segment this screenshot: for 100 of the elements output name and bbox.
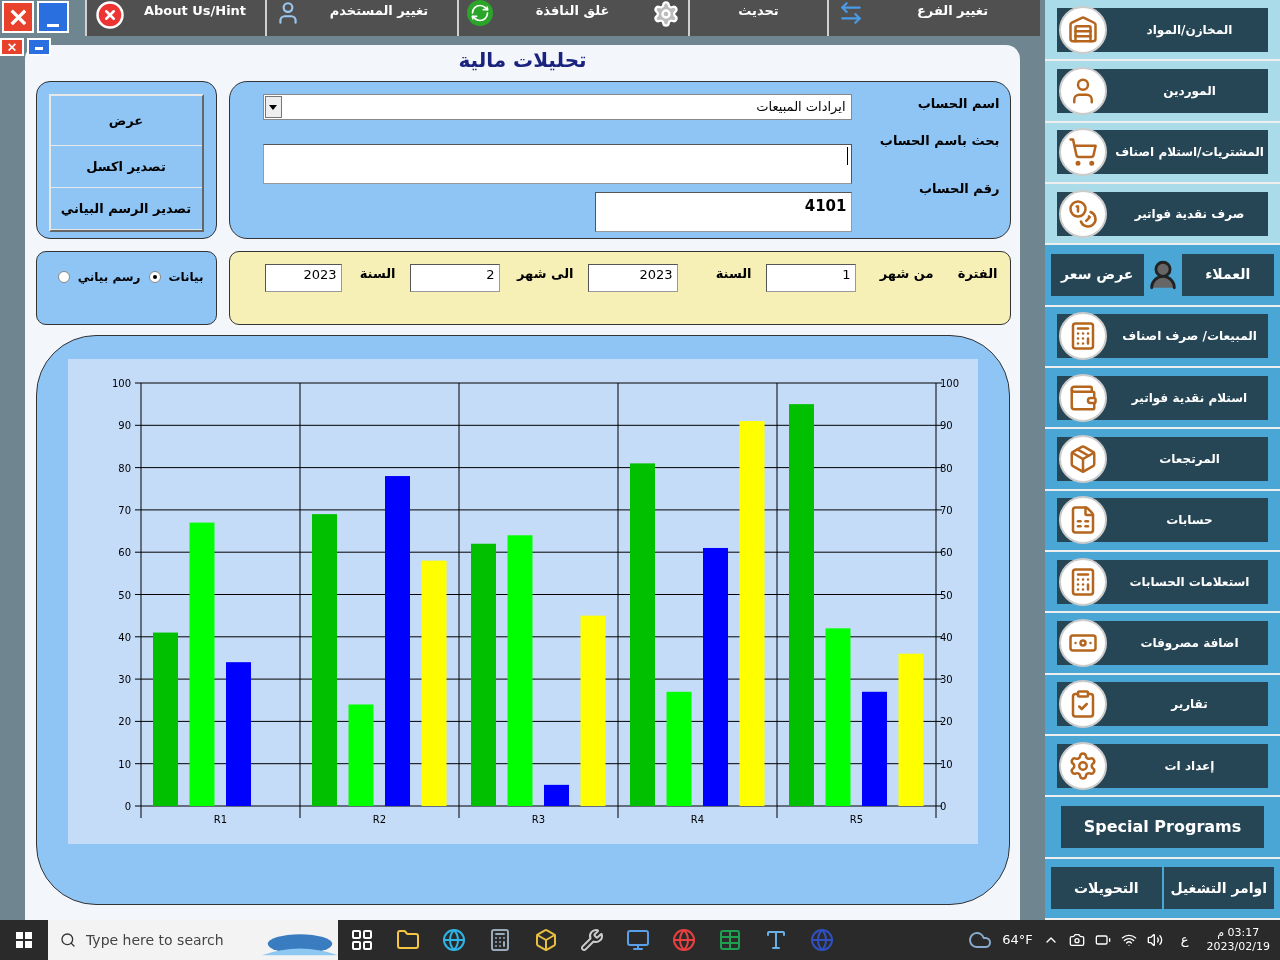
speaker-icon[interactable]: [1146, 932, 1163, 948]
axis-tick-label: 0: [124, 801, 131, 812]
tools-icon[interactable]: [580, 928, 604, 952]
bar: [543, 784, 569, 806]
sidebar-button[interactable]: تقارير: [1057, 682, 1268, 727]
boxes-icon: [1059, 434, 1107, 483]
sidebar-button[interactable]: المرتجعات: [1057, 436, 1268, 481]
sidebar-button[interactable]: عرض سعر: [1051, 253, 1144, 296]
sidebar-button[interactable]: المبيعات/ صرف اصناف: [1057, 314, 1268, 359]
gear-icon: [1059, 741, 1107, 790]
sidebar-button[interactable]: التحويلات: [1051, 867, 1162, 910]
toolbar-button[interactable]: تغيير المستخدم: [265, 0, 457, 36]
camera-icon[interactable]: [1068, 932, 1085, 948]
browser-icon[interactable]: [672, 928, 696, 952]
axis-tick-label: 40: [939, 631, 953, 643]
cart-icon: [1059, 128, 1107, 177]
account-number-field[interactable]: 4101: [594, 192, 852, 232]
axis-tick-label: 100: [111, 378, 131, 389]
axis-tick-label: 0: [939, 801, 946, 812]
axis-tick-label: 30: [939, 674, 953, 686]
axis-tick-label: 50: [117, 589, 131, 601]
axis-tick-label: 80: [117, 462, 131, 474]
text-tool-icon[interactable]: [764, 928, 788, 952]
sidebar-button[interactable]: استلام نقدية فواتير: [1057, 375, 1268, 420]
sidebar-button[interactable]: اوامر التشغيل: [1163, 867, 1274, 910]
calculator-icon: [1059, 557, 1107, 606]
sidebar-button[interactable]: إعداد ات: [1057, 743, 1268, 788]
month-field[interactable]: 2: [409, 264, 500, 292]
account-select[interactable]: ايرادات المبيعات: [262, 94, 852, 120]
axis-tick-label: 40: [117, 631, 131, 643]
category-label: R3: [531, 814, 545, 825]
search-field[interactable]: Type here to search: [48, 920, 338, 960]
windows-logo-icon[interactable]: [16, 932, 32, 948]
sidebar-button[interactable]: العملاء: [1181, 253, 1274, 296]
toolbar-button[interactable]: About Us/Hint: [85, 0, 265, 36]
axis-tick-label: 100: [939, 378, 959, 389]
page-title: تحليلات مالية: [458, 47, 587, 74]
task-view-icon[interactable]: [350, 928, 374, 952]
radio-option[interactable]: رسم بياني: [57, 268, 141, 286]
sidebar-button[interactable]: اضافة مصروفات: [1057, 620, 1268, 665]
sidebar-button[interactable]: الموردين: [1057, 69, 1268, 113]
clock-date: 2023/02/19: [1206, 940, 1270, 954]
axis-tick-label: 90: [939, 420, 953, 432]
clock-time: 03:17 م: [1217, 926, 1260, 940]
clipboard-icon: [1059, 680, 1107, 729]
axis-tick-label: 70: [939, 504, 953, 516]
close-icon[interactable]: [0, 38, 24, 56]
folder-icon[interactable]: [396, 928, 420, 952]
axis-tick-label: 80: [939, 462, 953, 474]
spreadsheet-icon[interactable]: [718, 928, 742, 952]
battery-icon[interactable]: [1094, 932, 1111, 948]
sidebar-button[interactable]: Special Programs: [1061, 805, 1264, 848]
axis-tick-label: 30: [117, 674, 131, 686]
axis-tick-label: 60: [939, 547, 953, 559]
field-label: رقم الحساب: [917, 180, 1000, 198]
banknote-icon: [1059, 618, 1107, 667]
month-field[interactable]: 1: [765, 264, 856, 292]
year-field[interactable]: 2023: [264, 264, 342, 292]
axis-tick-label: 50: [939, 589, 953, 601]
toolbar-button[interactable]: تغيير الفرع: [827, 0, 1040, 36]
axis-tick-label: 20: [117, 716, 131, 728]
close-circle-icon: [95, 0, 125, 30]
minimize-icon[interactable]: [37, 1, 69, 33]
axis-tick-label: 10: [939, 758, 953, 770]
category-label: R4: [690, 814, 704, 825]
field-label: السنة: [358, 265, 397, 283]
field-label: الى شهر: [515, 265, 575, 283]
toolbar-button[interactable]: غلق النافذة: [457, 0, 688, 36]
field-label: الفترة: [956, 265, 998, 283]
refresh-icon: [467, 0, 493, 26]
category-label: R2: [372, 814, 386, 825]
language-indicator[interactable]: ع: [1180, 930, 1189, 950]
monitor-icon[interactable]: [626, 928, 650, 952]
person-icon: [1059, 67, 1107, 115]
weather-text: 64°F: [1002, 931, 1033, 950]
box-icon[interactable]: [534, 928, 558, 952]
field-label: السنة: [714, 265, 753, 283]
calculator-icon[interactable]: [488, 928, 512, 952]
sidebar-button[interactable]: المشتريات/استلام اصناف: [1057, 130, 1268, 175]
toolbar-button[interactable]: تحديث: [688, 0, 827, 36]
axis-tick-label: 90: [117, 420, 131, 432]
sidebar-button[interactable]: استعلامات الحسابات: [1057, 559, 1268, 604]
network-icon[interactable]: [1120, 932, 1137, 948]
wallet-icon: [1059, 373, 1107, 422]
category-label: R5: [849, 814, 863, 825]
sidebar-button[interactable]: حسابات: [1057, 498, 1268, 543]
field-label: اسم الحساب: [916, 95, 1000, 113]
globe-icon[interactable]: [442, 928, 466, 952]
close-icon[interactable]: [2, 1, 34, 33]
sidebar-button[interactable]: المخازن/المواد: [1057, 7, 1268, 52]
coins-icon: [1059, 189, 1107, 238]
axis-tick-label: 70: [117, 504, 131, 516]
sidebar-button[interactable]: صرف نقدية فواتير: [1057, 191, 1268, 236]
radio-option[interactable]: بيانات: [148, 268, 204, 286]
axis-tick-label: 60: [117, 547, 131, 559]
gear-icon: [652, 0, 680, 28]
year-field[interactable]: 2023: [587, 264, 678, 292]
search-field[interactable]: [262, 144, 852, 184]
calculator-icon: [1059, 312, 1107, 361]
minimize-icon[interactable]: [27, 38, 51, 56]
